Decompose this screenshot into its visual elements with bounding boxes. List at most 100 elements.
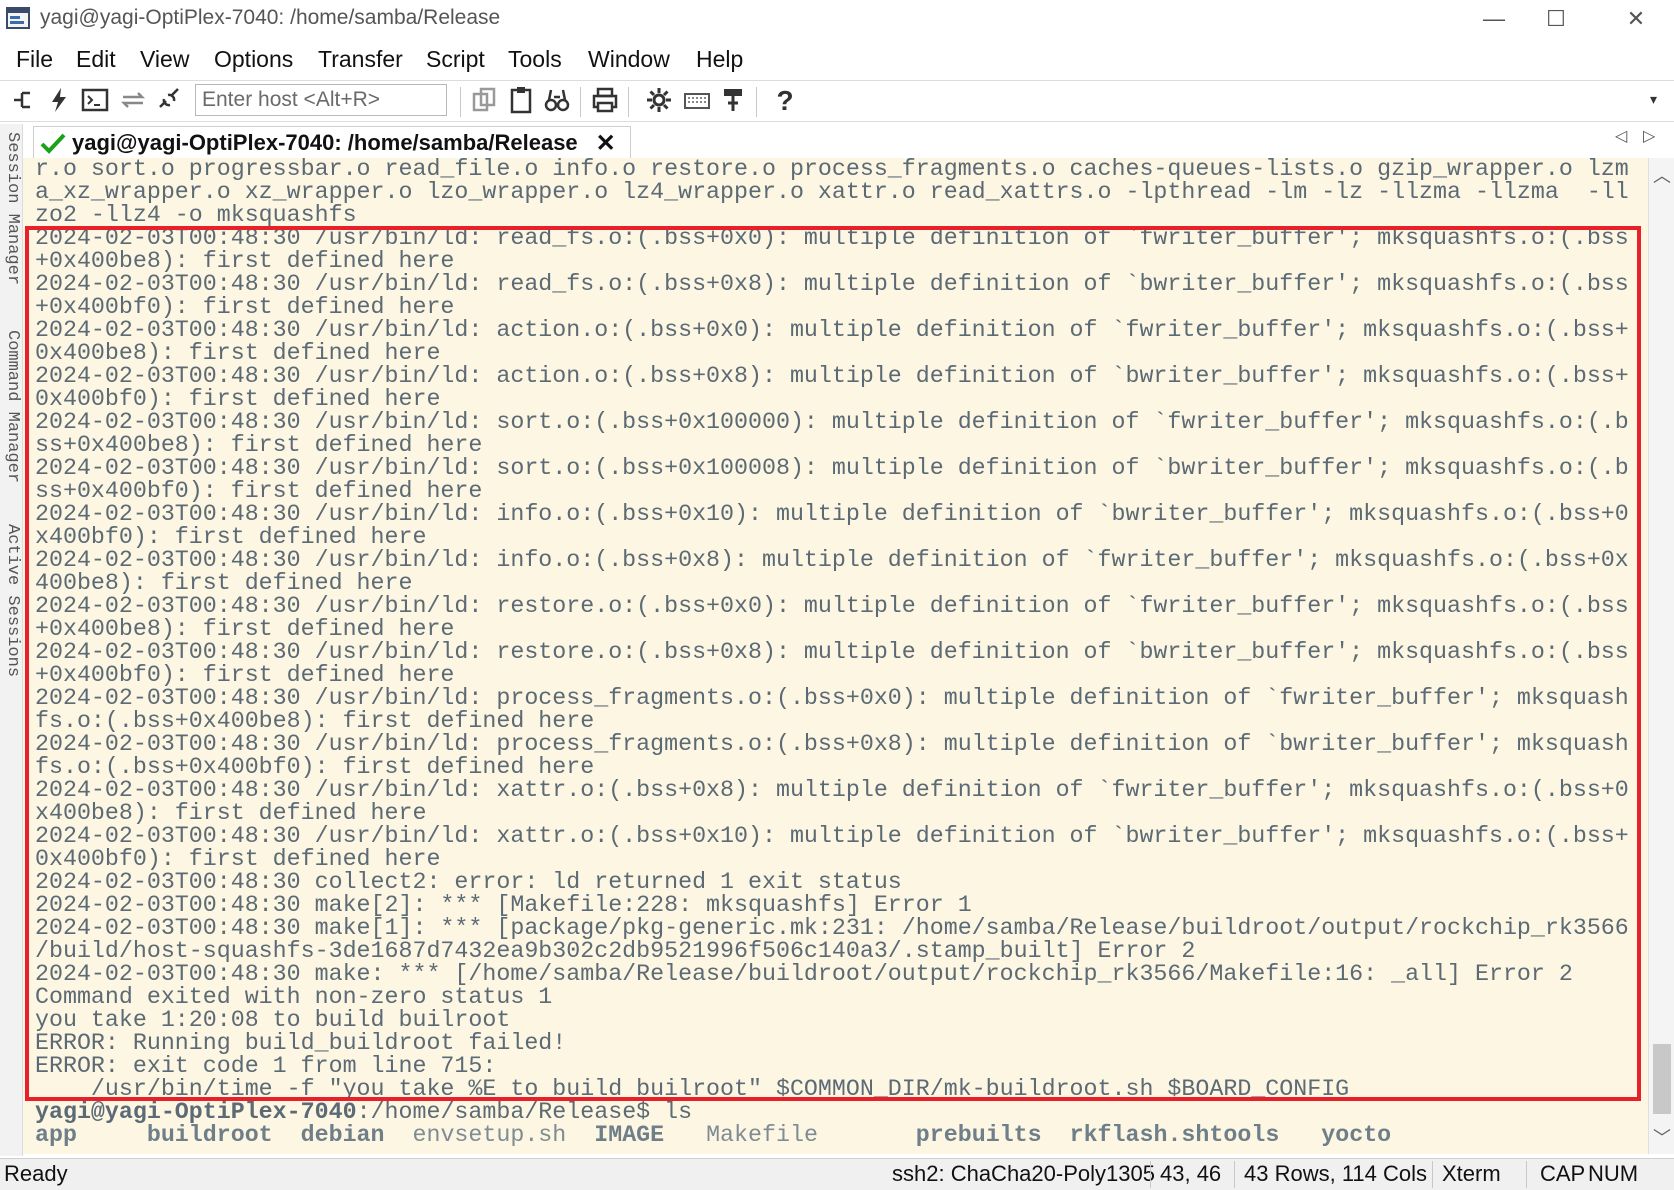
title-bar: yagi@yagi-OptiPlex-7040: /home/samba/Rel… bbox=[0, 0, 1674, 38]
find-binoculars-icon[interactable] bbox=[542, 85, 572, 115]
menu-view[interactable]: View bbox=[140, 46, 189, 73]
status-num-lock: NUM bbox=[1588, 1161, 1639, 1186]
reconnect-icon[interactable] bbox=[118, 85, 148, 115]
terminal-line: 2024-02-03T00:48:30 /usr/bin/ld: action.… bbox=[35, 317, 1629, 343]
ls-entry: app bbox=[35, 1122, 147, 1148]
session-manager-tab[interactable]: Session Manager bbox=[0, 132, 22, 285]
terminal-line: /build/host-squashfs-3de1687d7432ea9b302… bbox=[35, 938, 1196, 964]
scrollbar-thumb[interactable] bbox=[1653, 1044, 1671, 1114]
status-cipher: ssh2: ChaCha20-Poly1305 bbox=[892, 1161, 1155, 1186]
menu-tools[interactable]: Tools bbox=[508, 46, 562, 73]
maximize-button[interactable]: ☐ bbox=[1528, 4, 1584, 34]
ls-entry: envsetup.sh bbox=[412, 1122, 595, 1148]
ls-output-line: app buildroot debian envsetup.sh IMAGE M… bbox=[35, 1122, 1629, 1148]
terminal-line: 2024-02-03T00:48:30 /usr/bin/ld: sort.o:… bbox=[35, 455, 1629, 481]
terminal-line: 2024-02-03T00:48:30 make[2]: *** [Makefi… bbox=[35, 892, 972, 918]
terminal-line: +0x400be8): first defined here bbox=[35, 616, 455, 642]
terminal-line: zo2 -llz4 -o mksquashfs bbox=[35, 202, 357, 228]
terminal-line: ss+0x400be8): first defined here bbox=[35, 432, 483, 458]
menu-transfer[interactable]: Transfer bbox=[318, 46, 403, 73]
ls-entry: IMAGE bbox=[594, 1122, 707, 1148]
status-ready: Ready bbox=[4, 1161, 68, 1186]
terminal-output[interactable]: r.o sort.o progressbar.o read_file.o inf… bbox=[23, 158, 1648, 1154]
host-input[interactable] bbox=[195, 84, 447, 116]
toolbar: ? ▾ bbox=[0, 80, 1674, 122]
connected-check-icon bbox=[40, 133, 66, 154]
terminal-line: r.o sort.o progressbar.o read_file.o inf… bbox=[35, 158, 1629, 182]
quick-connect-icon[interactable] bbox=[44, 85, 74, 115]
terminal-line: 2024-02-03T00:48:30 make: *** [/home/sam… bbox=[35, 961, 1573, 987]
terminal-line: 2024-02-03T00:48:30 /usr/bin/ld: xattr.o… bbox=[35, 823, 1629, 849]
terminal-line: 2024-02-03T00:48:30 /usr/bin/ld: read_fs… bbox=[35, 271, 1629, 297]
terminal-line: Command exited with non-zero status 1 bbox=[35, 984, 553, 1010]
tab-scroll-right-icon[interactable]: ▷ bbox=[1643, 126, 1655, 146]
toolbar-overflow-icon[interactable]: ▾ bbox=[1650, 91, 1668, 121]
minimize-button[interactable]: — bbox=[1466, 4, 1522, 34]
ls-entry: debian bbox=[300, 1122, 413, 1148]
terminal-lines: r.o sort.o progressbar.o read_file.o inf… bbox=[35, 158, 1629, 1147]
terminal-line: 2024-02-03T00:48:30 /usr/bin/ld: sort.o:… bbox=[35, 409, 1629, 435]
session-tab-strip: yagi@yagi-OptiPlex-7040: /home/samba/Rel… bbox=[23, 124, 1674, 159]
menu-window[interactable]: Window bbox=[588, 46, 670, 73]
terminal-session-icon[interactable] bbox=[80, 85, 110, 115]
terminal-line: 2024-02-03T00:48:30 /usr/bin/ld: process… bbox=[35, 685, 1629, 711]
ls-entry: rkflash.sh bbox=[1069, 1122, 1210, 1148]
close-window-button[interactable]: ✕ bbox=[1608, 4, 1664, 34]
securecrt-app-icon bbox=[6, 7, 30, 29]
terminal-line: 2024-02-03T00:48:30 /usr/bin/ld: process… bbox=[35, 731, 1629, 757]
terminal-line: ERROR: Running build_buildroot failed! bbox=[35, 1030, 567, 1056]
terminal-line: 2024-02-03T00:48:30 make[1]: *** [packag… bbox=[35, 915, 1629, 941]
menu-file[interactable]: File bbox=[16, 46, 53, 73]
keymap-icon[interactable] bbox=[682, 85, 712, 115]
vertical-scrollbar[interactable]: ︿ ﹀ bbox=[1648, 158, 1674, 1154]
menu-edit[interactable]: Edit bbox=[76, 46, 116, 73]
toolbar-separator bbox=[460, 87, 461, 117]
session-tab[interactable]: yagi@yagi-OptiPlex-7040: /home/samba/Rel… bbox=[33, 126, 631, 159]
terminal-line: /usr/bin/time -f "you take %E to build b… bbox=[35, 1076, 1350, 1102]
tab-close-icon[interactable]: ✕ bbox=[596, 129, 616, 158]
paste-icon[interactable] bbox=[506, 85, 536, 115]
terminal-line: fs.o:(.bss+0x400be8): first defined here bbox=[35, 708, 595, 734]
terminal-line: 2024-02-03T00:48:30 /usr/bin/ld: info.o:… bbox=[35, 547, 1629, 573]
ls-entry: buildroot bbox=[146, 1122, 301, 1148]
terminal-line: 2024-02-03T00:48:30 /usr/bin/ld: xattr.o… bbox=[35, 777, 1629, 803]
terminal-line: 0x400bf0): first defined here bbox=[35, 846, 441, 872]
sftp-icon[interactable] bbox=[718, 85, 748, 115]
status-caps-lock: CAP bbox=[1540, 1161, 1586, 1186]
toolbar-separator bbox=[756, 87, 757, 117]
disconnect-link-icon[interactable] bbox=[154, 85, 184, 115]
terminal-line: 2024-02-03T00:48:30 /usr/bin/ld: read_fs… bbox=[35, 225, 1629, 251]
connect-in-tab-icon[interactable] bbox=[8, 85, 38, 115]
copy-icon[interactable] bbox=[470, 85, 500, 115]
terminal-line: +0x400bf0): first defined here bbox=[35, 662, 455, 688]
menu-script[interactable]: Script bbox=[426, 46, 485, 73]
print-icon[interactable] bbox=[590, 85, 620, 115]
terminal-line: ERROR: exit code 1 from line 715: bbox=[35, 1053, 497, 1079]
terminal-line: x400be8): first defined here bbox=[35, 800, 427, 826]
active-sessions-tab[interactable]: Active Sessions bbox=[0, 524, 22, 677]
command-manager-tab[interactable]: Command Manager bbox=[0, 330, 22, 483]
ls-entry: Makefile bbox=[706, 1122, 916, 1148]
scroll-up-arrow-icon[interactable]: ︿ bbox=[1649, 162, 1674, 188]
terminal-line: you take 1:20:08 to build builroot bbox=[35, 1007, 511, 1033]
session-tab-label: yagi@yagi-OptiPlex-7040: /home/samba/Rel… bbox=[72, 130, 578, 155]
terminal-line: +0x400be8): first defined here bbox=[35, 248, 455, 274]
terminal-line: a_xz_wrapper.o xz_wrapper.o lzo_wrapper.… bbox=[35, 179, 1629, 205]
terminal-line: x400bf0): first defined here bbox=[35, 524, 427, 550]
terminal-line: 0x400be8): first defined here bbox=[35, 340, 441, 366]
terminal-line: fs.o:(.bss+0x400bf0): first defined here bbox=[35, 754, 595, 780]
tab-scroll-left-icon[interactable]: ◁ bbox=[1615, 126, 1627, 146]
toolbar-separator bbox=[580, 87, 581, 117]
menu-help[interactable]: Help bbox=[696, 46, 743, 73]
scroll-down-arrow-icon[interactable]: ﹀ bbox=[1649, 1124, 1674, 1150]
session-options-gear-icon[interactable] bbox=[644, 85, 674, 115]
shell-prompt-line: yagi@yagi-OptiPlex-7040:/home/samba/Rele… bbox=[35, 1100, 1629, 1124]
ls-entry: yocto bbox=[1321, 1122, 1406, 1148]
menu-options[interactable]: Options bbox=[214, 46, 293, 73]
terminal-line: 2024-02-03T00:48:30 /usr/bin/ld: restore… bbox=[35, 593, 1629, 619]
terminal-line: 400be8): first defined here bbox=[35, 570, 413, 596]
window-title: yagi@yagi-OptiPlex-7040: /home/samba/Rel… bbox=[40, 6, 501, 29]
help-icon[interactable]: ? bbox=[770, 85, 800, 116]
status-bar: Ready ssh2: ChaCha20-Poly1305 43, 46 43 … bbox=[0, 1158, 1674, 1190]
terminal-line: 2024-02-03T00:48:30 /usr/bin/ld: action.… bbox=[35, 363, 1629, 389]
